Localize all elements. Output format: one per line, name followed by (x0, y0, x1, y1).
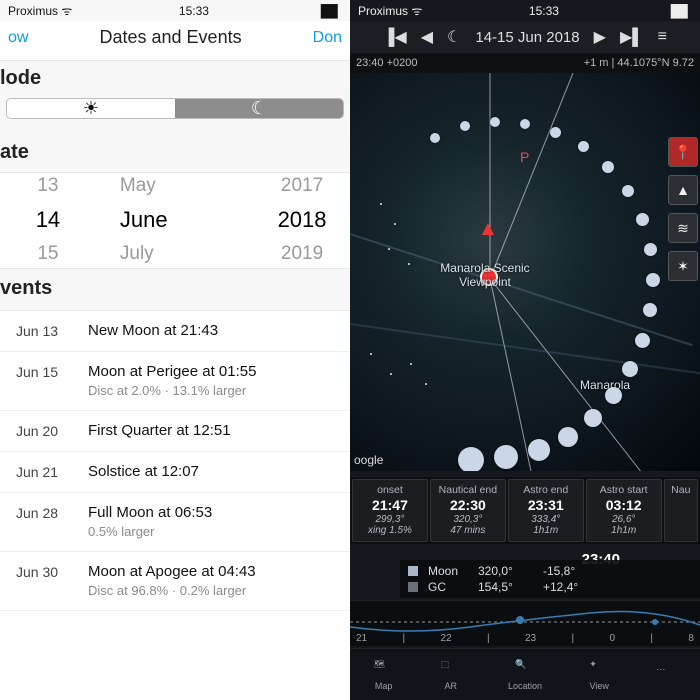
planner-map-pane: Proximus ᯤ 15:33 ▐█▌ ▐◀ ◀ ☾ 14-15 Jun 20… (350, 0, 700, 700)
tab-more[interactable]: ⋯ (656, 664, 676, 686)
event-date: Jun 15 (16, 362, 70, 380)
event-row[interactable]: Jun 15 Moon at Perigee at 01:55 Disc at … (0, 352, 350, 411)
map-tools: 📍 ▲ ≋ ✶ (668, 137, 698, 281)
date-range[interactable]: 14-15 Jun 2018 (475, 29, 579, 46)
date-label: ate (0, 135, 350, 172)
card-moonset[interactable]: onset 21:47 299,3° xing 1.5% (352, 479, 428, 542)
event-date: Jun 28 (16, 503, 70, 521)
info-bar: 23:40 +0200 +1 m | 44.1075°N 9.72 (350, 53, 700, 73)
map-attribution: oogle (354, 453, 383, 467)
mode-label: lode (0, 61, 350, 98)
coords: +1 m | 44.1075°N 9.72 (584, 57, 694, 69)
event-row[interactable]: Jun 20 First Quarter at 12:51 (0, 411, 350, 452)
tab-ar[interactable]: ⬚AR (441, 659, 461, 691)
sky-map[interactable]: P Manarola Scenic Viewpoint Manarola 📍 ▲ (350, 73, 700, 471)
event-sub: Disc at 96.8% · 0.2% larger (88, 582, 256, 600)
tab-location[interactable]: 🔍Location (508, 659, 542, 691)
clock: 15:33 (179, 4, 209, 18)
events-list[interactable]: Jun 13 New Moon at 21:43 Jun 15 Moon at … (0, 310, 350, 700)
event-row[interactable]: Jun 21 Solstice at 12:07 (0, 452, 350, 493)
wifi-icon: ᯤ (411, 4, 421, 18)
event-row[interactable]: Jun 28 Full Moon at 06:53 0.5% larger (0, 493, 350, 552)
card-nautical-end[interactable]: Nautical end 22:30 320,3° 47 mins (430, 479, 506, 542)
event-title: First Quarter at 12:51 (88, 421, 231, 441)
first-button[interactable]: ▐◀ (383, 27, 407, 47)
event-cards[interactable]: onset 21:47 299,3° xing 1.5% Nautical en… (350, 477, 700, 544)
page-title: Dates and Events (100, 27, 242, 48)
tool-layers[interactable]: ≋ (668, 213, 698, 243)
place-label: Manarola (580, 378, 630, 392)
swatch-gc (408, 582, 418, 592)
card-astro-start[interactable]: Astro start 03:12 26,6° 1h1m (586, 479, 662, 542)
event-date: Jun 21 (16, 462, 70, 480)
tool-satellite[interactable]: ✶ (668, 251, 698, 281)
last-button[interactable]: ▶▌ (620, 27, 644, 47)
event-title: New Moon at 21:43 (88, 321, 218, 341)
done-button[interactable]: Don (313, 29, 342, 47)
day-wheel[interactable]: 12 13 14 15 16 (0, 173, 96, 268)
event-row[interactable]: Jun 30 Moon at Apogee at 04:43 Disc at 9… (0, 552, 350, 611)
battery-icon: ▐█▌ (316, 4, 342, 18)
event-title: Solstice at 12:07 (88, 462, 199, 482)
dates-events-pane: Proximus ᯤ 15:33 ▐█▌ ow Dates and Events… (0, 0, 350, 700)
card-astro-end[interactable]: Astro end 23:31 333,4° 1h1m (508, 479, 584, 542)
event-title: Moon at Apogee at 04:43 (88, 562, 256, 582)
place-label: Manarola Scenic Viewpoint (420, 261, 550, 289)
month-wheel[interactable]: April May June July August (96, 173, 254, 268)
event-date: Jun 20 (16, 421, 70, 439)
status-bar: Proximus ᯤ 15:33 ▐█▌ (350, 0, 700, 21)
timeline-ticks: 21 | 22 | 23 | 0 | 8 (350, 633, 700, 644)
carrier: Proximus ᯤ (8, 2, 71, 19)
year-wheel[interactable]: 2016 2017 2018 2019 2020 (254, 173, 350, 268)
next-button[interactable]: ▶ (594, 27, 606, 47)
tool-pin[interactable]: 📍 (668, 137, 698, 167)
moon-phase-icon: ☾ (447, 27, 461, 47)
event-date: Jun 13 (16, 321, 70, 339)
event-sub: 0.5% larger (88, 523, 212, 541)
event-title: Full Moon at 06:53 (88, 503, 212, 523)
mode-sun[interactable]: ☀ (7, 99, 175, 118)
prev-button[interactable]: ◀ (421, 27, 433, 47)
event-sub: Disc at 2.0% · 13.1% larger (88, 382, 256, 400)
event-title: Moon at Perigee at 01:55 (88, 362, 256, 382)
card-next[interactable]: Nau (664, 479, 698, 542)
date-picker[interactable]: 12 13 14 15 16 April May June July Augus… (0, 172, 350, 269)
status-bar: Proximus ᯤ 15:33 ▐█▌ (0, 0, 350, 21)
menu-button[interactable]: ≡ (658, 28, 667, 46)
tab-view[interactable]: ✦View (589, 659, 609, 691)
legend-row-moon: Moon 320,0° -15,8° (408, 564, 692, 578)
timeline[interactable]: 21 | 22 | 23 | 0 | 8 (350, 600, 700, 646)
legend: Moon 320,0° -15,8° GC 154,5° +12,4° (400, 560, 700, 598)
time-offset: 23:40 +0200 (356, 57, 417, 69)
mode-segmented[interactable]: ☀ ☾ (6, 98, 344, 119)
mode-moon[interactable]: ☾ (175, 99, 343, 118)
tab-map[interactable]: 🗺Map (374, 659, 394, 691)
wifi-icon: ᯤ (61, 4, 71, 18)
events-label: vents (0, 269, 350, 310)
legend-row-gc: GC 154,5° +12,4° (408, 580, 692, 594)
battery-icon: ▐█▌ (666, 4, 692, 18)
date-nav: ▐◀ ◀ ☾ 14-15 Jun 2018 ▶ ▶▌ ≡ (350, 21, 700, 53)
p-label: P (520, 149, 529, 165)
event-row[interactable]: Jun 13 New Moon at 21:43 (0, 311, 350, 352)
tab-bar: 🗺Map ⬚AR 🔍Location ✦View ⋯ (350, 648, 700, 700)
event-date: Jun 30 (16, 562, 70, 580)
swatch-moon (408, 566, 418, 576)
carrier: Proximus ᯤ (358, 2, 421, 19)
direction-arrow-icon (482, 223, 494, 235)
back-button[interactable]: ow (8, 29, 28, 47)
clock: 15:33 (529, 4, 559, 18)
nav-bar: ow Dates and Events Don (0, 21, 350, 61)
tool-mountain[interactable]: ▲ (668, 175, 698, 205)
